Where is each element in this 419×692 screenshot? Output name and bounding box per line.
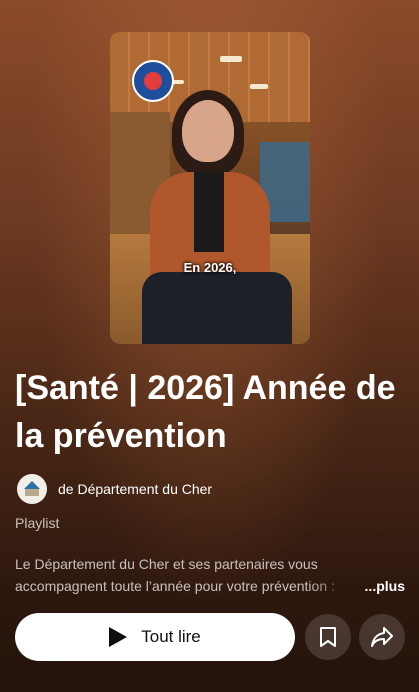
ceiling-light — [250, 84, 268, 89]
more-button[interactable]: ...plus — [365, 575, 405, 597]
playlist-description[interactable]: Le Département du Cher et ses partenaire… — [15, 553, 405, 597]
share-button[interactable] — [359, 614, 405, 660]
description-line: Le Département du Cher et ses partenaire… — [15, 556, 318, 572]
channel-avatar[interactable] — [17, 474, 47, 504]
play-all-button[interactable]: Tout lire — [15, 613, 295, 661]
bookmark-icon — [320, 627, 336, 647]
heart-icon — [144, 72, 162, 90]
description-line: accompagnent toute l’année pour votre pr… — [15, 578, 335, 594]
ceiling-light — [220, 56, 242, 62]
person-head — [182, 100, 234, 162]
person-legs — [142, 272, 292, 344]
person-shirt — [194, 172, 224, 252]
channel-link[interactable]: de Département du Cher — [17, 474, 212, 504]
avatar-base — [25, 489, 39, 496]
house-icon — [24, 481, 40, 489]
description-row: accompagnent toute l’année pour votre pr… — [15, 575, 405, 597]
play-all-label: Tout lire — [141, 627, 201, 646]
playlist-type-label: Playlist — [15, 515, 60, 531]
playlist-header: En 2026, [Santé | 2026] Année de la prév… — [0, 0, 419, 692]
prevention-logo-icon — [132, 60, 174, 102]
play-icon — [109, 627, 128, 647]
action-bar: Tout lire — [15, 613, 405, 661]
playlist-thumbnail[interactable]: En 2026, — [110, 32, 310, 344]
channel-name[interactable]: de Département du Cher — [58, 481, 212, 497]
playlist-title: [Santé | 2026] Année de la prévention — [15, 369, 396, 455]
save-playlist-button[interactable] — [305, 614, 351, 660]
video-caption: En 2026, — [183, 260, 237, 275]
share-icon — [371, 627, 393, 647]
